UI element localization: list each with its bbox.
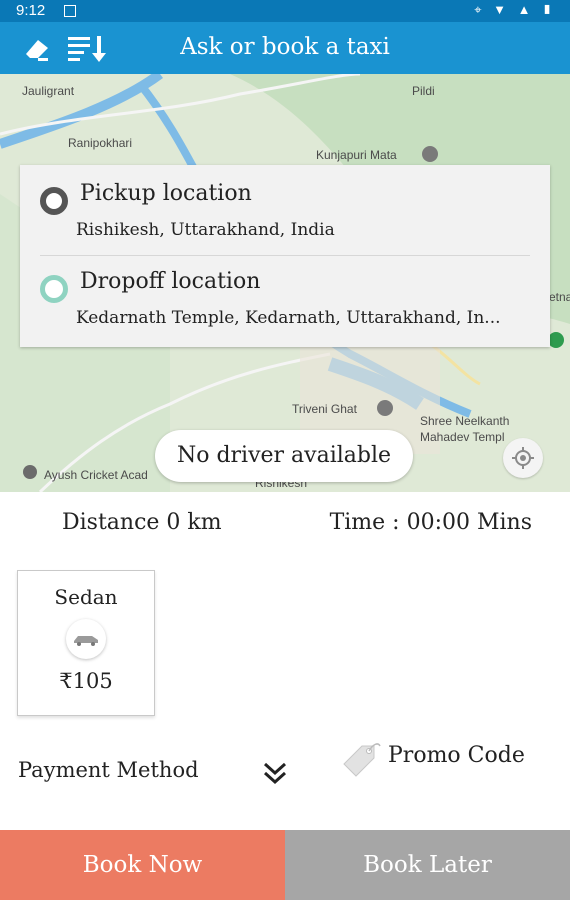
vehicle-price: ₹105 bbox=[59, 669, 113, 693]
my-location-button[interactable] bbox=[503, 438, 543, 478]
vehicle-name: Sedan bbox=[54, 585, 118, 609]
map-label: Jauligrant bbox=[22, 84, 75, 98]
no-driver-status: No driver available bbox=[155, 430, 413, 482]
payment-method-label[interactable]: Payment Method bbox=[18, 758, 199, 782]
book-later-button[interactable]: Book Later bbox=[285, 830, 570, 900]
map-label: Kunjapuri Mata bbox=[316, 148, 397, 162]
notification-icon bbox=[64, 5, 76, 17]
promo-code-button[interactable]: Promo Code bbox=[388, 743, 525, 768]
distance-text: Distance 0 km bbox=[62, 510, 222, 535]
map-label: Shree Neelkanth bbox=[420, 414, 510, 428]
book-now-button[interactable]: Book Now bbox=[0, 830, 285, 900]
map-label: Triveni Ghat bbox=[292, 402, 357, 416]
map-label: etna bbox=[549, 290, 570, 304]
double-chevron-down-icon[interactable] bbox=[262, 760, 288, 786]
car-icon bbox=[66, 619, 106, 659]
status-icons: ⌖ ▼ ▲ ▮ bbox=[474, 2, 556, 17]
dropoff-address[interactable]: Kedarnath Temple, Kedarnath, Uttarakhand… bbox=[76, 308, 501, 328]
crosshair-icon bbox=[512, 447, 534, 469]
status-time: 9:12 bbox=[16, 2, 46, 19]
dropoff-title: Dropoff location bbox=[80, 269, 261, 294]
vehicle-card-sedan[interactable]: Sedan ₹105 bbox=[17, 570, 155, 716]
location-card: Pickup location Rishikesh, Uttarakhand, … bbox=[20, 165, 550, 347]
pickup-marker-icon bbox=[40, 187, 68, 215]
map-label: Ranipokhari bbox=[68, 136, 133, 150]
pickup-title: Pickup location bbox=[80, 181, 252, 206]
pickup-address[interactable]: Rishikesh, Uttarakhand, India bbox=[76, 220, 335, 240]
app-title: Ask or book a taxi bbox=[180, 34, 390, 60]
time-text: Time : 00:00 Mins bbox=[329, 510, 532, 535]
card-divider bbox=[40, 255, 530, 256]
map-label: Mahadev Templ bbox=[420, 430, 505, 444]
map-label: Pildi bbox=[412, 84, 435, 98]
map-label: Ayush Cricket Acad bbox=[44, 468, 148, 482]
dropoff-marker-icon bbox=[40, 275, 68, 303]
status-bar: 9:12 ⌖ ▼ ▲ ▮ bbox=[0, 0, 570, 22]
app-bar: Ask or book a taxi bbox=[0, 22, 570, 74]
promo-tag-icon[interactable] bbox=[340, 738, 382, 780]
